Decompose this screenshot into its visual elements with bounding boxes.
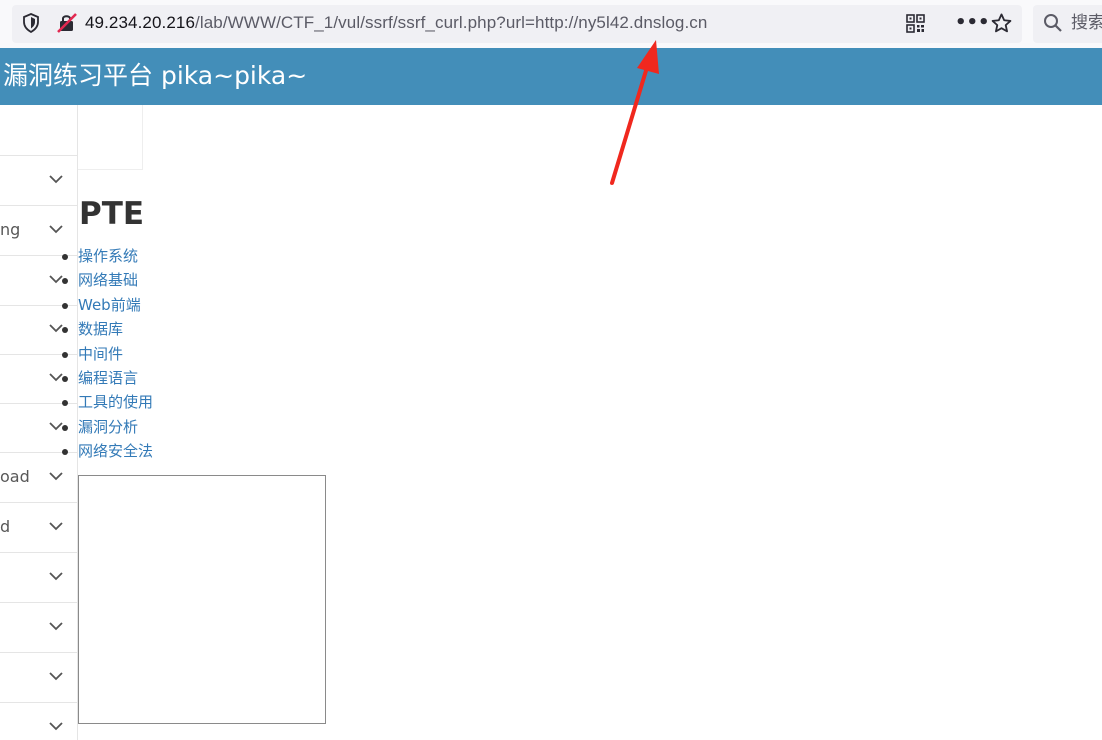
sidebar-item-label: oad [0, 467, 30, 486]
chevron-down-icon [49, 472, 63, 481]
chevron-down-icon [49, 373, 63, 382]
bullet [62, 424, 68, 431]
topic-link[interactable]: 数据库 [78, 318, 123, 340]
qr-code-icon[interactable] [906, 14, 925, 33]
url-host: 49.234.20.216 [85, 13, 196, 32]
sidebar-item-2[interactable]: ng [0, 206, 77, 256]
bullet [62, 375, 68, 382]
search-icon[interactable] [1043, 13, 1063, 33]
chevron-down-icon [49, 522, 63, 531]
sidebar-item-0[interactable] [0, 105, 77, 156]
sidebar-item-1[interactable] [0, 156, 77, 206]
chevron-down-icon [49, 422, 63, 431]
topic-link[interactable]: 操作系统 [78, 245, 138, 267]
browser-toolbar: 49.234.20.216/lab/WWW/CTF_1/vul/ssrf/ssr… [0, 0, 1102, 48]
site-title[interactable]: 漏洞练习平台 pika~pika~ [3, 61, 307, 91]
chevron-down-icon [49, 225, 63, 234]
chevron-down-icon [49, 622, 63, 631]
topic-link[interactable]: 网络基础 [78, 269, 138, 291]
search-placeholder: 搜索 [1071, 13, 1102, 33]
sidebar-item-label: ng [0, 220, 21, 239]
sidebar-item-9[interactable] [0, 553, 77, 603]
shield-icon[interactable] [22, 13, 40, 33]
page-heading: PTE [79, 196, 145, 232]
topic-link[interactable]: 编程语言 [78, 367, 138, 389]
chevron-down-icon [49, 672, 63, 681]
sidebar-item-7[interactable]: oad [0, 453, 77, 503]
topic-link[interactable]: 工具的使用 [78, 391, 153, 413]
insecure-lock-icon[interactable] [56, 12, 78, 34]
bookmark-star-icon[interactable] [990, 12, 1013, 35]
sidebar-item-11[interactable] [0, 653, 77, 703]
topic-link[interactable]: 漏洞分析 [78, 416, 138, 438]
topic-link[interactable]: Web前端 [78, 294, 141, 316]
sidebar-item-10[interactable] [0, 603, 77, 653]
sidebar-item-label: d [0, 517, 11, 536]
sidebar-item-12[interactable] [0, 703, 77, 740]
chevron-down-icon [49, 275, 63, 284]
sidebar-item-8[interactable]: d [0, 503, 77, 553]
image-placeholder [78, 105, 143, 170]
chevron-down-icon [49, 324, 63, 333]
more-icon[interactable]: ••• [955, 14, 990, 34]
chevron-down-icon [49, 175, 63, 184]
bullet [62, 351, 68, 358]
chevron-down-icon [49, 722, 63, 731]
sidebar: ng oad d [0, 105, 78, 740]
annotation-arrow [610, 40, 659, 185]
embedded-frame [78, 475, 326, 724]
topic-link[interactable]: 中间件 [78, 343, 123, 365]
site-header: 漏洞练习平台 pika~pika~ [0, 48, 1102, 105]
bullet [62, 254, 68, 260]
bullet [62, 302, 68, 309]
topic-link[interactable]: 网络安全法 [78, 440, 153, 462]
chevron-down-icon [49, 572, 63, 581]
